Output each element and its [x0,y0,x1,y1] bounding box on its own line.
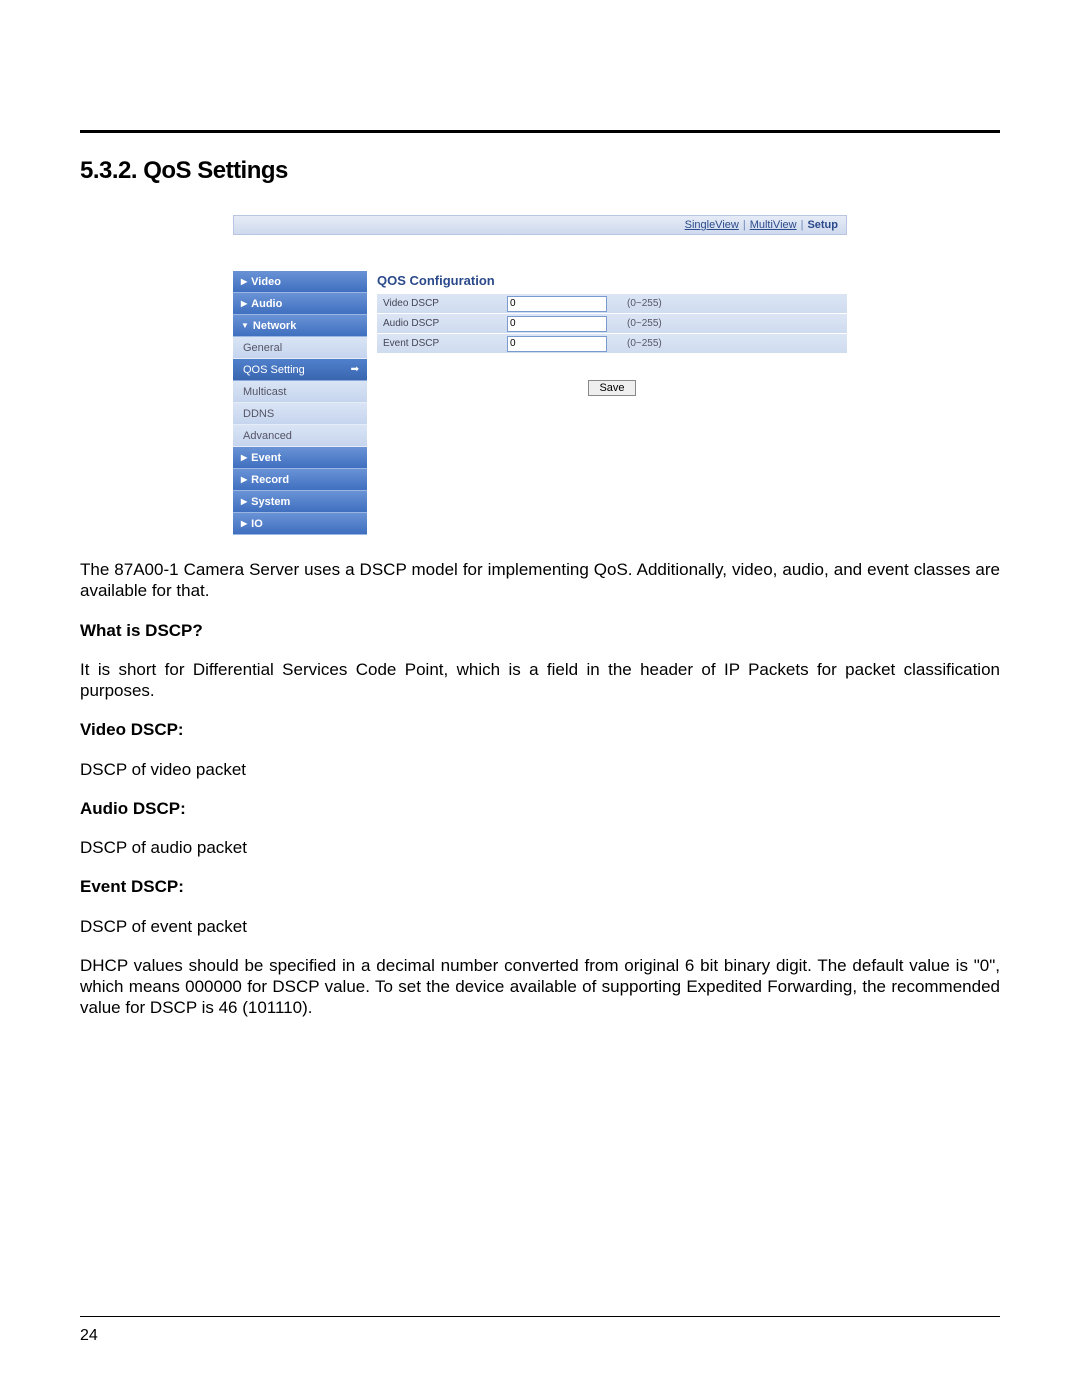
field-label: Audio DSCP [377,318,507,329]
field-hint: (0~255) [617,318,847,329]
sidebar-item-label: QOS Setting [243,364,305,376]
sidebar-item-video[interactable]: ▶ Video [233,271,367,293]
sidebar-item-label: IO [251,518,263,530]
sidebar-item-multicast[interactable]: Multicast [233,381,367,403]
triangle-down-icon: ▼ [241,321,249,330]
subheading-video-dscp: Video DSCP: [80,719,1000,740]
sidebar-item-network[interactable]: ▼ Network [233,315,367,337]
row-video-dscp: Video DSCP (0~255) [377,294,847,314]
sidebar-item-label: DDNS [243,408,274,420]
paragraph: The 87A00-1 Camera Server uses a DSCP mo… [80,559,1000,602]
sidebar-item-label: Network [253,320,296,332]
subheading-audio-dscp: Audio DSCP: [80,798,1000,819]
sidebar-item-label: Record [251,474,289,486]
nav-singleview[interactable]: SingleView [685,219,739,231]
triangle-right-icon: ▶ [241,475,247,484]
sidebar-item-qos-setting[interactable]: QOS Setting ➡ [233,359,367,381]
nav-separator: | [743,219,746,231]
field-label: Event DSCP [377,338,507,349]
body-text: The 87A00-1 Camera Server uses a DSCP mo… [80,559,1000,1019]
sidebar: ▶ Video ▶ Audio ▼ Network General QOS Se… [233,271,367,535]
embedded-screenshot: SingleView | MultiView | Setup ▶ Video ▶… [233,215,847,535]
subheading-what-is-dscp: What is DSCP? [80,620,1000,641]
triangle-right-icon: ▶ [241,299,247,308]
sidebar-item-audio[interactable]: ▶ Audio [233,293,367,315]
triangle-right-icon: ▶ [241,497,247,506]
top-rule [80,130,1000,133]
field-hint: (0~255) [617,338,847,349]
sidebar-item-label: Multicast [243,386,286,398]
panel-title: QOS Configuration [377,273,847,288]
nav-separator: | [801,219,804,231]
subheading-event-dscp: Event DSCP: [80,876,1000,897]
row-audio-dscp: Audio DSCP (0~255) [377,314,847,334]
paragraph: DSCP of audio packet [80,837,1000,858]
event-dscp-input[interactable] [507,336,607,352]
sidebar-item-system[interactable]: ▶ System [233,491,367,513]
field-label: Video DSCP [377,298,507,309]
triangle-right-icon: ▶ [241,277,247,286]
config-panel: QOS Configuration Video DSCP (0~255) Aud… [377,271,847,535]
topnav-bar: SingleView | MultiView | Setup [233,215,847,235]
paragraph: It is short for Differential Services Co… [80,659,1000,702]
sidebar-item-label: Video [251,276,281,288]
nav-multiview[interactable]: MultiView [750,219,797,231]
triangle-right-icon: ▶ [241,453,247,462]
sidebar-item-label: General [243,342,282,354]
row-event-dscp: Event DSCP (0~255) [377,334,847,354]
paragraph: DHCP values should be specified in a dec… [80,955,1000,1019]
section-heading: 5.3.2. QoS Settings [80,157,1000,185]
sidebar-item-label: Event [251,452,281,464]
audio-dscp-input[interactable] [507,316,607,332]
sidebar-item-label: Audio [251,298,282,310]
sidebar-item-advanced[interactable]: Advanced [233,425,367,447]
save-button-wrap: Save [377,380,847,396]
arrow-right-icon: ➡ [351,364,359,375]
sidebar-item-ddns[interactable]: DDNS [233,403,367,425]
sidebar-item-label: Advanced [243,430,292,442]
field-hint: (0~255) [617,298,847,309]
sidebar-item-general[interactable]: General [233,337,367,359]
triangle-right-icon: ▶ [241,519,247,528]
paragraph: DSCP of video packet [80,759,1000,780]
sidebar-item-event[interactable]: ▶ Event [233,447,367,469]
video-dscp-input[interactable] [507,296,607,312]
paragraph: DSCP of event packet [80,916,1000,937]
bottom-rule [80,1316,1000,1317]
page-number: 24 [80,1327,98,1345]
sidebar-item-record[interactable]: ▶ Record [233,469,367,491]
sidebar-item-label: System [251,496,290,508]
nav-setup[interactable]: Setup [807,219,838,231]
sidebar-item-io[interactable]: ▶ IO [233,513,367,535]
save-button[interactable]: Save [588,380,635,396]
